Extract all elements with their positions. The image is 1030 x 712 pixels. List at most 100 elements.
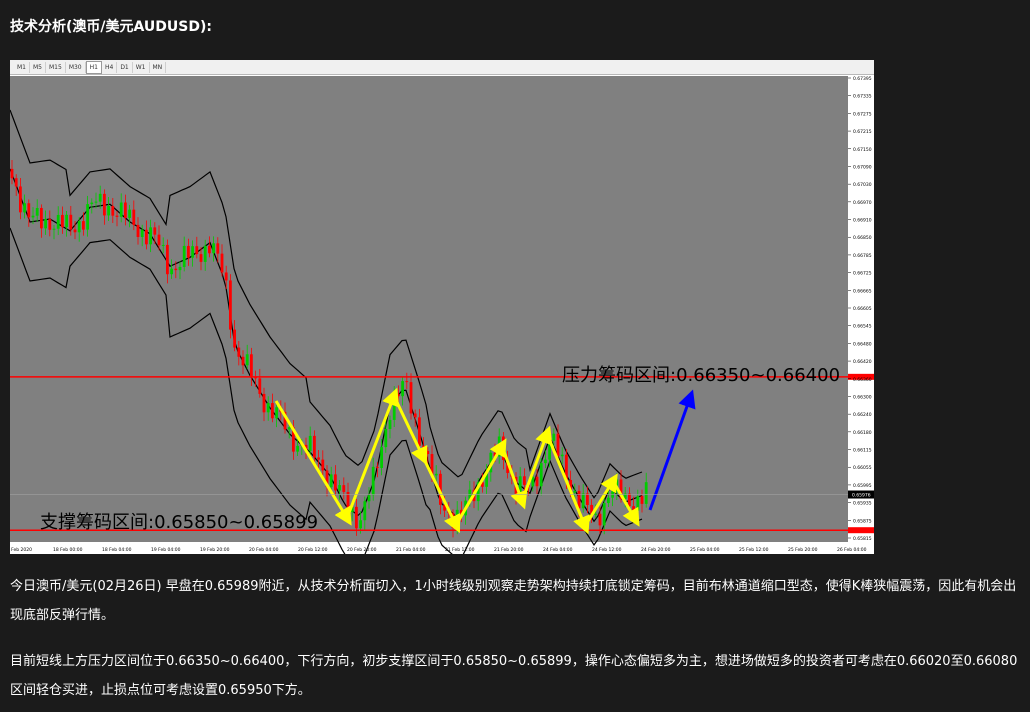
candle-body: [48, 219, 52, 230]
candle-body: [23, 203, 26, 213]
timeframe-m30[interactable]: M30: [66, 61, 86, 73]
candle-body: [199, 254, 203, 262]
candle-body: [145, 229, 148, 245]
candle-body: [397, 394, 400, 397]
candle-body: [388, 419, 392, 429]
timeframe-h1[interactable]: H1: [85, 60, 102, 74]
candle-body: [94, 201, 98, 203]
candle-body: [602, 503, 606, 526]
candle-body: [111, 206, 115, 216]
candle-body: [128, 209, 131, 218]
analysis-paragraph-2: 目前短线上方压力区间位于0.66350~0.66400，下行方向，初步支撑区间于…: [10, 654, 1018, 698]
y-tick-label: 0.67090: [853, 164, 872, 170]
timeframe-h4[interactable]: H4: [102, 61, 118, 73]
candle-body: [77, 221, 81, 233]
x-tick-label: 25 Feb 04:00: [690, 547, 720, 553]
candle-body: [640, 496, 644, 504]
y-tick-label: 0.66300: [853, 394, 872, 400]
candle-body: [182, 245, 186, 267]
candle-body: [342, 485, 346, 492]
candle-body: [401, 381, 404, 397]
candle-body: [149, 227, 152, 245]
x-tick-label: 18 Feb 00:00: [53, 547, 83, 553]
y-tick-label: 0.66910: [853, 218, 872, 224]
candle-body: [69, 214, 73, 230]
candle-body: [52, 228, 56, 230]
candle-body: [367, 495, 371, 502]
chart-plot: 0.67395 0.67335 0.67275 0.67215 0.67150 0.670…: [10, 76, 874, 554]
y-tick-label: 0.66665: [853, 288, 872, 294]
candle-body: [413, 413, 417, 418]
candle-body: [212, 243, 215, 254]
candle-body: [132, 209, 136, 225]
candle-body: [380, 447, 383, 468]
candle-body: [535, 476, 539, 487]
candle-body: [573, 490, 577, 493]
candle-body: [195, 246, 199, 255]
timeframe-m1[interactable]: M1: [14, 61, 30, 73]
timeframe-mn[interactable]: MN: [150, 61, 167, 73]
candle-body: [560, 454, 564, 457]
y-tick-label: 0.66240: [853, 412, 872, 418]
candle-body: [161, 244, 165, 246]
y-tick-label: 0.67395: [853, 76, 872, 82]
candle-body: [426, 450, 430, 455]
candle-body: [136, 224, 140, 237]
y-tick-label: 0.66180: [853, 430, 872, 436]
x-tick-label: 21 Feb 12:00: [445, 547, 475, 553]
timeframe-m15[interactable]: M15: [46, 61, 66, 73]
candle-body: [317, 457, 320, 460]
y-tick-label: 0.66850: [853, 235, 872, 241]
x-tick-label: 19 Feb 20:00: [200, 547, 230, 553]
x-tick-label: 20 Feb 20:00: [347, 547, 377, 553]
x-tick-label: 19 Feb 04:00: [151, 547, 181, 553]
timeframe-toolbar: M1 M5 M15 M30 H1 H4 D1 W1 MN: [10, 60, 874, 75]
candle-body: [157, 234, 161, 246]
candle-body: [166, 244, 169, 275]
y-tick-label: 0.66115: [853, 448, 872, 454]
timeframe-m5[interactable]: M5: [30, 61, 46, 73]
y-tick-label: 0.65935: [853, 501, 872, 507]
candle-body: [229, 280, 232, 330]
candle-body: [334, 474, 337, 491]
x-tick-label: 18 Feb 04:00: [102, 547, 132, 553]
candle-body: [56, 214, 60, 229]
x-tick-label: 21 Feb 04:00: [396, 547, 426, 553]
candle-body: [359, 520, 362, 529]
timeframe-w1[interactable]: W1: [133, 61, 150, 73]
candle-body: [35, 207, 39, 216]
candle-body: [40, 207, 43, 229]
y-tick-label: 0.65875: [853, 518, 872, 524]
candle-body: [44, 219, 47, 229]
current-price-label: 0.65976: [852, 493, 871, 499]
candle-body: [220, 253, 224, 273]
x-tick-label: 16 Feb 2020: [10, 547, 32, 553]
x-tick-label: 24 Feb 12:00: [592, 547, 622, 553]
y-tick-label: 0.66480: [853, 341, 872, 347]
x-tick-label: 24 Feb 04:00: [543, 547, 573, 553]
candle-body: [556, 433, 560, 457]
y-tick-label: 0.66420: [853, 359, 872, 365]
candle-body: [329, 474, 333, 488]
candle-body: [98, 193, 102, 202]
candle-body: [544, 459, 547, 464]
candle-body: [296, 445, 299, 452]
candle-body: [245, 354, 249, 366]
candle-body: [258, 378, 262, 394]
page-heading: 技术分析(澳币/美元AUDUSD):: [10, 19, 212, 35]
candle-body: [384, 428, 388, 448]
candle-body: [103, 193, 106, 216]
candle-body: [422, 445, 425, 451]
candle-body: [376, 466, 379, 468]
timeframe-d1[interactable]: D1: [117, 61, 133, 73]
candle-body: [153, 227, 157, 235]
candle-body: [275, 407, 278, 419]
y-tick-label: 0.67215: [853, 129, 872, 135]
candle-body: [216, 243, 220, 254]
candle-body: [174, 268, 178, 271]
x-tick-label: 21 Feb 20:00: [494, 547, 524, 553]
candle-body: [552, 433, 556, 441]
candle-body: [86, 204, 89, 230]
candle-body: [140, 229, 144, 237]
y-tick-label: 0.67030: [853, 182, 872, 188]
